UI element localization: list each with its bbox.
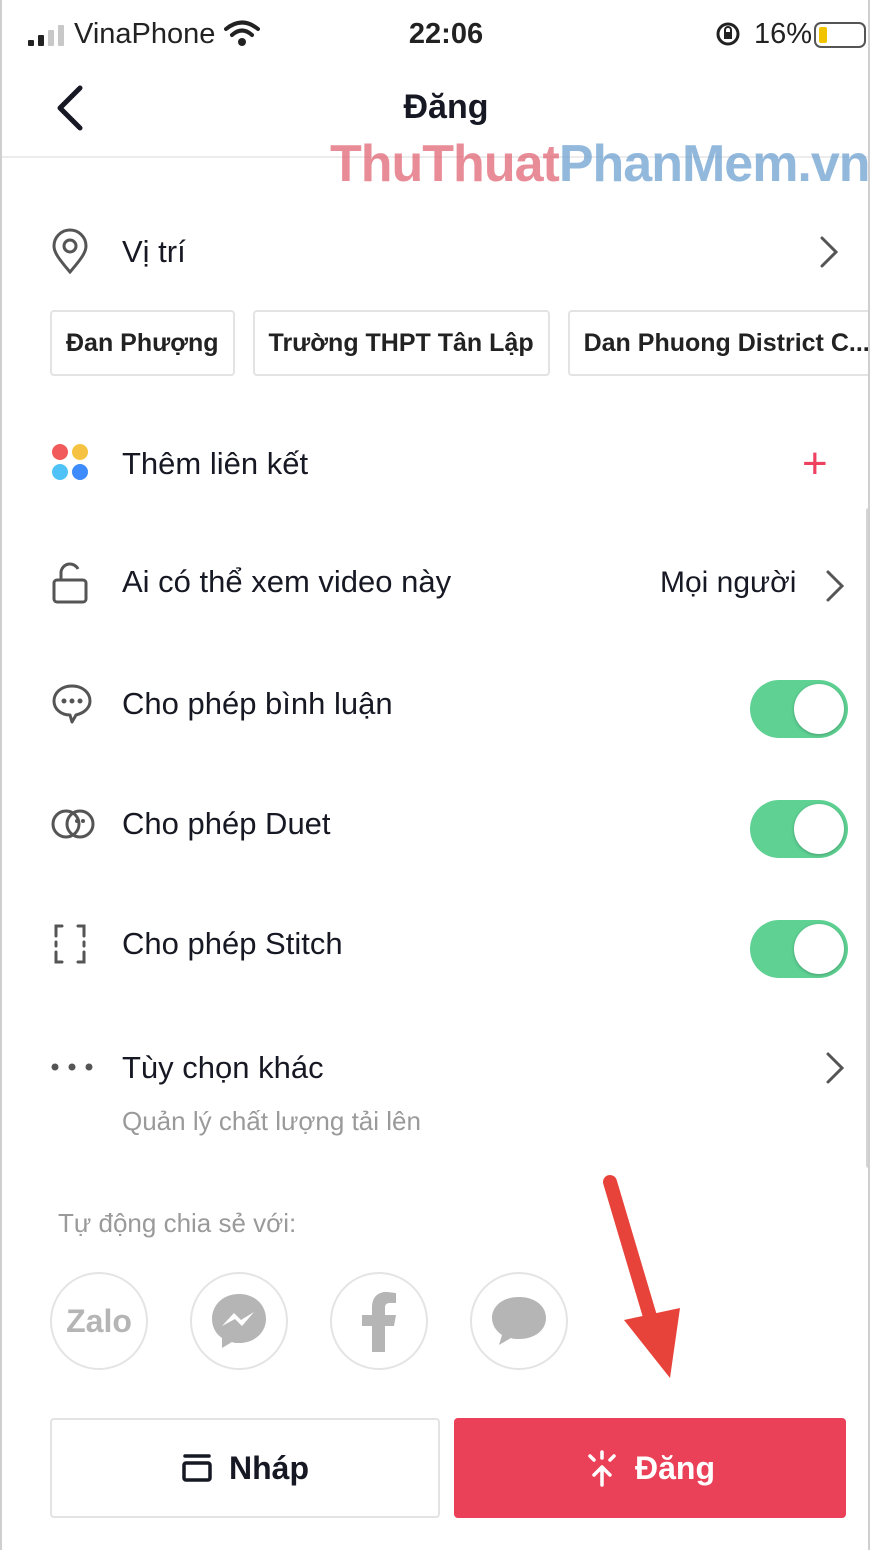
privacy-row[interactable]: Ai có thể xem video này Mọi người: [2, 544, 868, 624]
allow-stitch-toggle[interactable]: [750, 920, 848, 978]
battery-percent: 16%: [754, 18, 813, 50]
more-options-sublabel: Quản lý chất lượng tải lên: [122, 1106, 421, 1136]
watermark-part-2: PhanMem.vn: [558, 135, 870, 193]
allow-comments-toggle[interactable]: [750, 680, 848, 738]
toggle-row-comments: Cho phép bình luận: [2, 668, 868, 748]
share-targets: Zalo: [50, 1272, 568, 1370]
add-link-label: Thêm liên kết: [122, 446, 309, 481]
facebook-icon[interactable]: [330, 1272, 428, 1370]
plus-icon[interactable]: +: [802, 442, 828, 486]
location-chip[interactable]: Trường THPT Tân Lập: [252, 310, 550, 376]
annotation-arrow: [603, 1175, 680, 1378]
status-bar: VinaPhone 22:06 16%: [2, 0, 868, 68]
allow-duet-toggle[interactable]: [750, 800, 848, 858]
location-chip[interactable]: Dan Phuong District C...: [567, 310, 868, 376]
post-screen: VinaPhone 22:06 16% Đăng ThuThuatPhanMem…: [0, 0, 870, 1550]
location-row[interactable]: Vị trí: [2, 214, 868, 290]
chevron-right-icon[interactable]: [818, 234, 840, 270]
privacy-value[interactable]: Mọi người: [660, 566, 796, 600]
scrollbar[interactable]: [866, 508, 868, 1168]
privacy-label: Ai có thể xem video này: [122, 564, 452, 599]
comment-icon: [52, 684, 92, 724]
colored-dots-icon: [52, 444, 88, 480]
location-chip[interactable]: Đan Phượng: [50, 310, 235, 376]
auto-share-label: Tự động chia sẻ với:: [58, 1208, 297, 1238]
location-label: Vị trí: [122, 234, 186, 269]
watermark-part-1: ThuThuat: [330, 135, 560, 193]
toggle-row-duet: Cho phép Duet: [2, 788, 868, 868]
zalo-icon[interactable]: Zalo: [50, 1272, 148, 1370]
toggle-label: Cho phép bình luận: [122, 686, 393, 721]
page-title: Đăng: [403, 88, 489, 126]
toggle-label: Cho phép Stitch: [122, 926, 343, 961]
more-options-row[interactable]: Tùy chọn khác Quản lý chất lượng tải lên: [2, 1032, 868, 1142]
draft-button[interactable]: Nháp: [50, 1418, 440, 1518]
location-pin-icon: [52, 228, 88, 275]
post-button-label: Đăng: [635, 1449, 715, 1486]
messenger-icon[interactable]: [190, 1272, 288, 1370]
lock-open-icon: [52, 562, 88, 604]
post-button[interactable]: Đăng: [454, 1418, 846, 1518]
zalo-icon-text: Zalo: [66, 1302, 132, 1339]
duet-icon: [51, 809, 95, 839]
watermark: ThuThuatPhanMem.vn: [330, 134, 870, 194]
draft-icon: [182, 1454, 212, 1482]
battery-icon: [814, 22, 866, 48]
message-icon[interactable]: [470, 1272, 568, 1370]
chevron-right-icon[interactable]: [824, 1050, 846, 1086]
more-options-label: Tùy chọn khác: [122, 1050, 324, 1085]
draft-button-label: Nháp: [229, 1449, 309, 1486]
more-dots-icon: [51, 1063, 93, 1071]
stitch-icon: [54, 924, 86, 964]
toggle-row-stitch: Cho phép Stitch: [2, 910, 868, 990]
add-link-row[interactable]: Thêm liên kết: [2, 424, 868, 504]
rotation-lock-icon: [716, 22, 740, 46]
toggle-label: Cho phép Duet: [122, 806, 331, 841]
chevron-right-icon[interactable]: [824, 568, 846, 604]
upload-sparkle-icon: [588, 1450, 616, 1487]
location-suggestions: Đan Phượng Trường THPT Tân Lập Dan Phuon…: [50, 310, 868, 376]
